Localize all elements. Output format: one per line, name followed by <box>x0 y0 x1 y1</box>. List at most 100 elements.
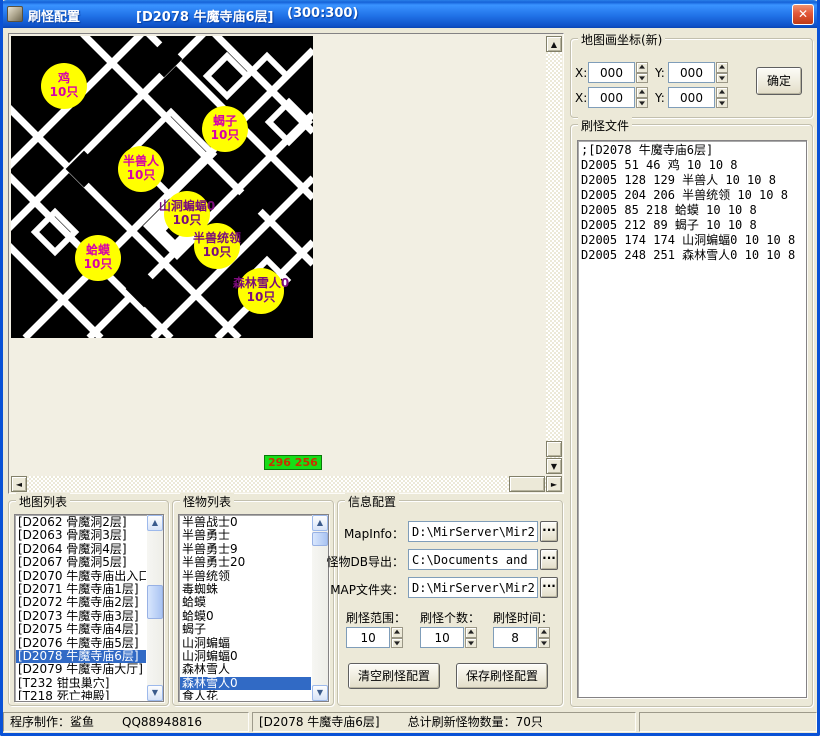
monster-db-browse-button[interactable]: ··· <box>540 549 558 570</box>
list-item[interactable]: [D2072 牛魔寺庙2层] <box>16 596 146 609</box>
spin-up-button[interactable] <box>391 627 403 638</box>
list-item[interactable]: 山洞蝙蝠0 <box>180 650 311 663</box>
y1-spinner[interactable] <box>668 62 728 83</box>
monster-db-input[interactable] <box>408 549 538 570</box>
spin-up-button[interactable] <box>716 87 728 98</box>
spin-up-button[interactable] <box>538 627 550 638</box>
clear-config-button[interactable]: 清空刷怪配置 <box>348 663 440 689</box>
scroll-down-button[interactable]: ▼ <box>147 685 163 701</box>
x1-input[interactable] <box>588 62 635 83</box>
x2-spinner[interactable] <box>588 87 648 108</box>
list-item[interactable]: 半兽勇士20 <box>180 556 311 569</box>
list-item[interactable]: 半兽统领 <box>180 570 311 583</box>
list-item[interactable]: [D2063 骨魔洞3层] <box>16 529 146 542</box>
spin-up-button[interactable] <box>636 87 648 98</box>
monster-list-scroll-thumb[interactable] <box>312 532 328 546</box>
scroll-up-button[interactable]: ▲ <box>312 515 328 531</box>
map-folder-input[interactable] <box>408 577 538 598</box>
spawn-file-line[interactable]: D2005 128 129 半兽人 10 10 8 <box>581 173 803 188</box>
list-item[interactable]: [D2075 牛魔寺庙4层] <box>16 623 146 636</box>
spawn-file-line[interactable]: ;[D2078 牛魔寺庙6层] <box>581 143 803 158</box>
spin-down-button[interactable] <box>716 73 728 84</box>
spin-down-button[interactable] <box>636 98 648 109</box>
list-item[interactable]: 森林雪人0 <box>180 677 311 690</box>
spawn-file-line[interactable]: D2005 174 174 山洞蝙蝠0 10 10 8 <box>581 233 803 248</box>
list-item[interactable]: [D2071 牛魔寺庙1层] <box>16 583 146 596</box>
list-item[interactable]: 食人花 <box>180 690 311 700</box>
spawn-file-listbox[interactable]: ;[D2078 牛魔寺庙6层]D2005 51 46 鸡 10 10 8D200… <box>577 140 807 698</box>
list-item[interactable]: 山洞蝙蝠 <box>180 637 311 650</box>
list-item[interactable]: [D2062 骨魔洞2层] <box>16 516 146 529</box>
map-list-scrollbar[interactable]: ▲ ▼ <box>147 515 163 701</box>
mapinfo-browse-button[interactable]: ··· <box>540 521 558 542</box>
y1-input[interactable] <box>668 62 715 83</box>
spawn-circle[interactable]: 蝎子10只 <box>202 106 248 152</box>
spawn-circle[interactable]: 鸡10只 <box>41 63 87 109</box>
save-config-button[interactable]: 保存刷怪配置 <box>456 663 548 689</box>
list-item[interactable]: [D2076 牛魔寺庙5层] <box>16 637 146 650</box>
spawn-range-input[interactable] <box>346 627 390 648</box>
map-list-scroll-thumb[interactable] <box>147 585 163 619</box>
spawn-range-spinner[interactable] <box>346 627 403 648</box>
spawn-time-input[interactable] <box>493 627 537 648</box>
scroll-up-button[interactable]: ▲ <box>147 515 163 531</box>
scroll-down-button[interactable]: ▼ <box>546 458 562 474</box>
map-hscrollbar[interactable]: ◄ ► <box>11 476 562 492</box>
spawn-file-line[interactable]: D2005 212 89 蝎子 10 10 8 <box>581 218 803 233</box>
mapinfo-input[interactable] <box>408 521 538 542</box>
spawn-file-line[interactable]: D2005 248 251 森林雪人0 10 10 8 <box>581 248 803 263</box>
list-item[interactable]: [D2070 牛魔寺庙出入口] <box>16 570 146 583</box>
x2-input[interactable] <box>588 87 635 108</box>
list-item[interactable]: 半兽战士0 <box>180 516 311 529</box>
map-canvas[interactable]: 鸡10只蝎子10只半兽人10只山洞蝙蝠010只半兽统领10只蛤蟆10只森林雪人0… <box>11 36 313 338</box>
spawn-circle[interactable]: 森林雪人010只 <box>238 268 284 314</box>
spawn-count-spinner[interactable] <box>420 627 477 648</box>
list-item[interactable]: 半兽勇士 <box>180 529 311 542</box>
spawn-file-line[interactable]: D2005 204 206 半兽统领 10 10 8 <box>581 188 803 203</box>
scroll-right-button[interactable]: ► <box>546 476 562 492</box>
list-item[interactable]: 蛤蟆0 <box>180 610 311 623</box>
scroll-up-button[interactable]: ▲ <box>546 36 562 52</box>
list-item[interactable]: 半兽勇士9 <box>180 543 311 556</box>
spawn-file-line[interactable]: D2005 51 46 鸡 10 10 8 <box>581 158 803 173</box>
scroll-left-button[interactable]: ◄ <box>11 476 27 492</box>
list-item[interactable]: [T232 钳虫巢穴] <box>16 677 146 690</box>
map-vscroll-thumb[interactable] <box>546 441 562 457</box>
list-item[interactable]: [D2079 牛魔寺庙大厅] <box>16 663 146 676</box>
monster-listbox[interactable]: 半兽战士0半兽勇士半兽勇士9半兽勇士20半兽统领毒蜘蛛蛤蟆蛤蟆0蝎子山洞蝙蝠山洞… <box>178 514 329 702</box>
list-item[interactable]: [D2067 骨魔洞5层] <box>16 556 146 569</box>
list-item[interactable]: [D2064 骨魔洞4层] <box>16 543 146 556</box>
y2-spinner[interactable] <box>668 87 728 108</box>
spawn-file-line[interactable]: D2005 85 218 蛤蟆 10 10 8 <box>581 203 803 218</box>
spin-up-button[interactable] <box>716 62 728 73</box>
spawn-circle[interactable]: 蛤蟆10只 <box>75 235 121 281</box>
spin-down-button[interactable] <box>636 73 648 84</box>
list-item[interactable]: 蝎子 <box>180 623 311 636</box>
list-item[interactable]: [D2078 牛魔寺庙6层] <box>16 650 146 663</box>
close-button[interactable]: ✕ <box>792 4 814 25</box>
map-viewport[interactable]: 鸡10只蝎子10只半兽人10只山洞蝙蝠010只半兽统领10只蛤蟆10只森林雪人0… <box>8 33 564 494</box>
map-folder-browse-button[interactable]: ··· <box>540 577 558 598</box>
y2-input[interactable] <box>668 87 715 108</box>
spin-down-button[interactable] <box>538 638 550 649</box>
spawn-count-input[interactable] <box>420 627 464 648</box>
spawn-circle[interactable]: 半兽统领10只 <box>194 223 240 269</box>
monster-list-scrollbar[interactable]: ▲ ▼ <box>312 515 328 701</box>
list-item[interactable]: 蛤蟆 <box>180 596 311 609</box>
map-hscroll-thumb[interactable] <box>509 476 545 492</box>
list-item[interactable]: [D2073 牛魔寺庙3层] <box>16 610 146 623</box>
spawn-circle[interactable]: 半兽人10只 <box>118 146 164 192</box>
scroll-down-button[interactable]: ▼ <box>312 685 328 701</box>
spin-up-button[interactable] <box>636 62 648 73</box>
x1-spinner[interactable] <box>588 62 648 83</box>
spawn-time-spinner[interactable] <box>493 627 550 648</box>
spin-down-button[interactable] <box>716 98 728 109</box>
list-item[interactable]: 森林雪人 <box>180 663 311 676</box>
spin-up-button[interactable] <box>465 627 477 638</box>
spin-down-button[interactable] <box>465 638 477 649</box>
map-listbox[interactable]: [D2062 骨魔洞2层][D2063 骨魔洞3层][D2064 骨魔洞4层][… <box>14 514 164 702</box>
list-item[interactable]: [T218 死亡神殿] <box>16 690 146 700</box>
list-item[interactable]: 毒蜘蛛 <box>180 583 311 596</box>
spin-down-button[interactable] <box>391 638 403 649</box>
title-bar[interactable]: 刷怪配置 [D2078 牛魔寺庙6层] (300:300) ✕ <box>0 0 820 28</box>
